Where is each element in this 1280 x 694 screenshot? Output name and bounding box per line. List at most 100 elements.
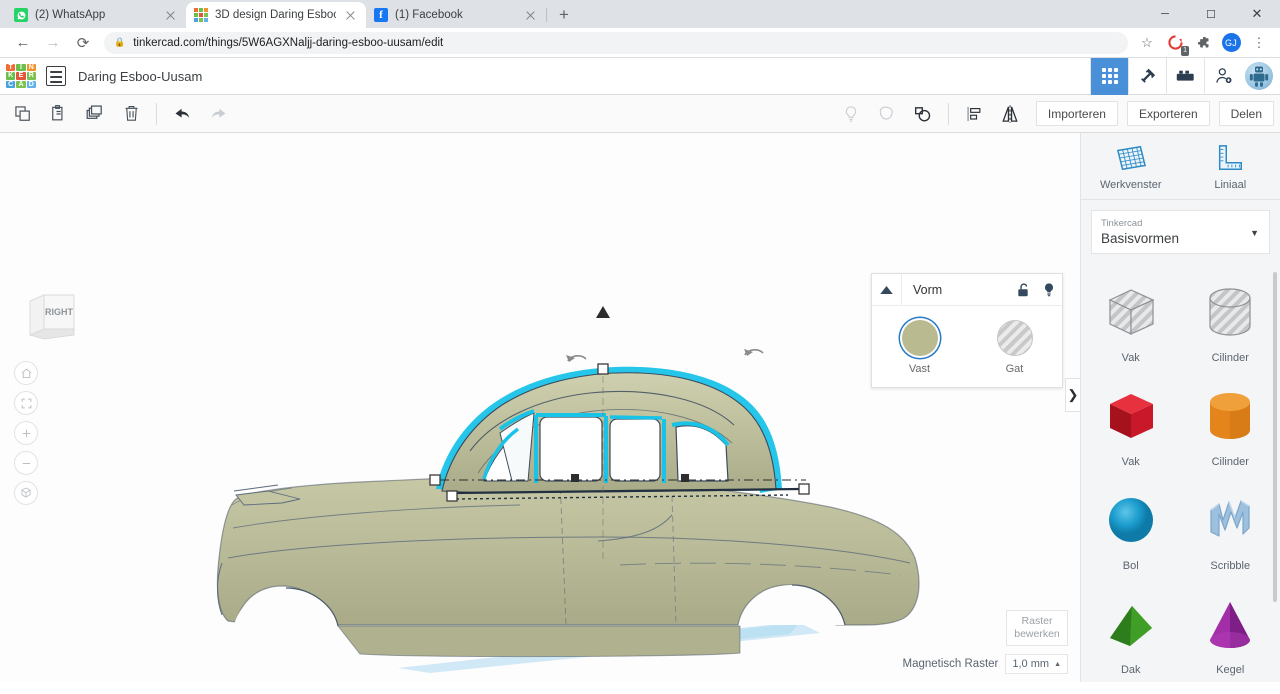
duplicate-button[interactable] [78, 99, 112, 129]
copy-button[interactable] [6, 99, 40, 129]
editor-toolbar: Importeren Exporteren Delen [0, 95, 1280, 133]
address-bar[interactable]: 🔒 tinkercad.com/things/5W6AGXNaljj-darin… [104, 31, 1128, 54]
shape-item-vak-red[interactable]: Vak [1081, 374, 1181, 472]
forward-button[interactable]: → [38, 28, 68, 58]
delete-button[interactable] [114, 99, 148, 129]
chevron-right-icon: ❯ [1067, 387, 1079, 402]
minimize-button[interactable]: ─ [1142, 0, 1188, 28]
page-title: Daring Esboo-Uusam [78, 68, 203, 84]
collection-dropdown-value: Basisvormen [1101, 230, 1180, 246]
redo-button[interactable] [201, 99, 235, 129]
scribble-icon [1199, 490, 1261, 552]
shape-item-scribble[interactable]: Scribble [1181, 478, 1280, 576]
invite-button[interactable] [1204, 57, 1242, 95]
logo-letter: C [6, 80, 16, 88]
shape-item-cilinder-orange[interactable]: Cilinder [1181, 374, 1280, 472]
undo-button[interactable] [165, 99, 199, 129]
tab-title: 3D design Daring Esboo-Uusam [215, 9, 336, 21]
tinkercad-icon [194, 8, 208, 22]
import-button[interactable]: Importeren [1035, 101, 1118, 126]
new-tab-button[interactable]: + [550, 2, 578, 28]
browser-tab-strip: (2) WhatsApp 3D design Daring Esboo-Uusa… [0, 0, 1280, 28]
browser-tab-tinkercad[interactable]: 3D design Daring Esboo-Uusam [186, 2, 366, 28]
swatch-hole[interactable]: Gat [967, 320, 1062, 375]
swatch-solid[interactable]: Vast [872, 320, 967, 375]
tab-title: (1) Facebook [395, 9, 463, 21]
app-header-actions [1090, 57, 1280, 95]
user-avatar[interactable] [1242, 58, 1280, 95]
shape-item-kegel[interactable]: Kegel [1181, 582, 1280, 680]
list-menu-icon[interactable] [46, 66, 66, 86]
box-hole-icon [1100, 282, 1162, 344]
hammer-icon [1138, 67, 1157, 86]
workplane-grid-icon [1114, 143, 1148, 173]
workspace: RIGHT Vorm Vast Gat Raster bewerken Magn… [0, 133, 1280, 682]
shape-panel-title: Vorm [913, 282, 943, 297]
facebook-icon: f [374, 8, 388, 22]
back-button[interactable]: ← [8, 28, 38, 58]
triangle-up-icon[interactable] [872, 274, 902, 305]
chrome-menu-icon[interactable]: ⋮ [1246, 30, 1272, 56]
edit-grid-label-2: bewerken [1014, 628, 1060, 640]
shape-item-dak[interactable]: Dak [1081, 582, 1181, 680]
hole-swatch-circle [996, 320, 1033, 356]
shape-item-bol[interactable]: Bol [1081, 478, 1181, 576]
vintage-car-body-model[interactable] [0, 133, 1080, 682]
cone-icon [1199, 594, 1261, 656]
logo-letter: T [6, 64, 16, 72]
close-window-button[interactable]: ✕ [1234, 0, 1280, 28]
extension-notification-icon[interactable]: 1 [1162, 30, 1189, 56]
shape-label: Scribble [1210, 560, 1251, 572]
profile-avatar[interactable]: GJ [1218, 30, 1244, 56]
tinkercad-logo-icon[interactable]: T I N K E R C A D [6, 64, 36, 88]
toolbar-divider [947, 102, 949, 125]
blocks-button[interactable] [1166, 57, 1204, 95]
workplane-button[interactable]: Werkvenster [1081, 143, 1181, 191]
extensions-puzzle-icon[interactable] [1190, 30, 1216, 56]
ruler-button[interactable]: Liniaal [1181, 143, 1280, 191]
shape-label: Vak [1121, 352, 1140, 364]
3d-canvas[interactable]: RIGHT Vorm Vast Gat Raster bewerken Magn… [0, 133, 1080, 682]
maximize-button[interactable]: ☐ [1188, 0, 1234, 28]
collection-dropdown[interactable]: Tinkercad Basisvormen ▼ [1091, 210, 1270, 254]
close-icon[interactable] [343, 8, 358, 23]
shape-button[interactable] [870, 99, 904, 129]
close-icon[interactable] [523, 8, 538, 23]
align-button[interactable] [957, 99, 991, 129]
share-button[interactable]: Delen [1218, 101, 1274, 126]
lightbulb-icon[interactable] [1036, 274, 1062, 305]
edit-grid-button[interactable]: Raster bewerken [1006, 610, 1068, 646]
close-icon[interactable] [163, 8, 178, 23]
paste-button[interactable] [42, 99, 76, 129]
shape-label: Bol [1122, 560, 1139, 572]
sidebar-collapse-handle[interactable]: ❯ [1065, 378, 1080, 412]
browser-tab-whatsapp[interactable]: (2) WhatsApp [6, 2, 187, 28]
browser-tab-facebook[interactable]: f (1) Facebook [366, 2, 547, 28]
logo-letter: N [26, 64, 36, 72]
mirror-button[interactable] [993, 99, 1027, 129]
unlock-padlock-icon[interactable] [1010, 274, 1036, 305]
grid-controls: Raster bewerken Magnetisch Raster 1,0 mm… [903, 610, 1068, 674]
group-button[interactable] [906, 99, 940, 129]
grid-icon [1101, 68, 1118, 84]
shape-label: Cilinder [1211, 456, 1249, 468]
codeblocks-button[interactable] [1128, 57, 1166, 95]
collection-dropdown-label: Tinkercad [1101, 217, 1143, 229]
reload-button[interactable]: ⟳ [68, 28, 98, 58]
tab-title: (2) WhatsApp [35, 9, 106, 21]
toolbar-divider [156, 102, 157, 125]
shape-grid: Vak Cilinder Vak Cilinder Bol Scribble D… [1081, 270, 1280, 680]
light-button[interactable] [834, 99, 868, 129]
snap-grid-select[interactable]: 1,0 mm ▲ [1005, 654, 1068, 674]
bookmark-star-icon[interactable]: ☆ [1134, 30, 1160, 56]
shape-panel: Vorm Vast Gat [871, 273, 1063, 388]
shape-item-cilinder-hole[interactable]: Cilinder [1181, 270, 1280, 368]
edit-grid-label-1: Raster [1021, 615, 1053, 627]
gallery-grid-button[interactable] [1090, 57, 1128, 95]
shape-item-vak-hole[interactable]: Vak [1081, 270, 1181, 368]
export-button[interactable]: Exporteren [1126, 101, 1210, 126]
lock-icon: 🔒 [114, 37, 126, 47]
sidebar-scrollbar[interactable] [1273, 272, 1277, 602]
whatsapp-icon [14, 8, 28, 22]
caret-up-icon: ▲ [1054, 660, 1061, 668]
